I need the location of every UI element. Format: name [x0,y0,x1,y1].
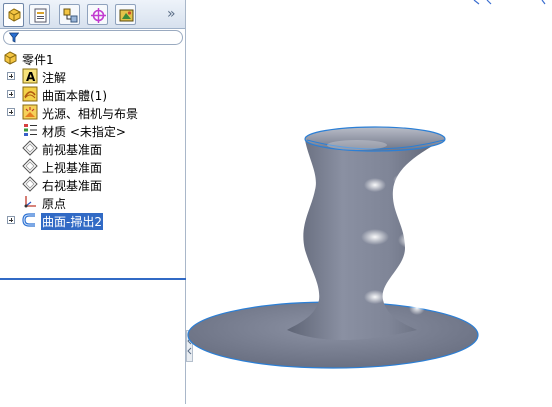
plane-icon [22,140,38,156]
feature-filter-input[interactable] [3,30,183,45]
tree-item-material[interactable]: 材质 <未指定> [0,121,186,139]
tree-item-front-plane[interactable]: 前视基准面 [0,139,186,157]
plane-icon [22,158,38,174]
display-manager-tab[interactable] [115,4,136,25]
tree-item-lights-cameras-scene[interactable]: 光源、相机与布景 [0,103,186,121]
tree-item-surface-bodies[interactable]: 曲面本體(1) [0,85,186,103]
origin-icon [24,196,36,208]
part-icon [4,51,17,65]
tree-item-label: 上视基准面 [42,161,103,175]
orientation-triad-fragment [473,0,546,5]
tree-item-label: 原点 [42,197,67,211]
tree-item-label: 注解 [42,71,67,85]
tree-item-annotations[interactable]: A 注解 [0,67,186,85]
feature-tree-icon [8,8,21,22]
tab-overflow-button[interactable]: » [167,6,176,22]
featuremanager-tab[interactable] [3,3,24,27]
graphics-area[interactable] [187,0,552,404]
vase-surface-model[interactable] [187,126,479,369]
dimxpert-tab[interactable] [87,4,108,25]
dimxpert-icon [91,8,106,23]
tree-item-label: 材质 <未指定> [42,125,126,139]
tree-root-part[interactable]: 零件1 [0,49,186,67]
tree-item-label: 曲面本體(1) [42,89,107,103]
tree-item-right-plane[interactable]: 右视基准面 [0,175,186,193]
tree-item-label: 前视基准面 [42,143,103,157]
lights-cameras-scene-icon [22,104,38,120]
configurationmanager-tab[interactable] [59,4,80,25]
tree-item-surface-sweep[interactable]: 曲面-掃出2 [0,211,186,230]
property-manager-icon [34,8,47,23]
tree-root-label: 零件1 [22,53,54,67]
tree-item-top-plane[interactable]: 上视基准面 [0,157,186,175]
model-viewport[interactable] [187,0,552,404]
expand-surface-sweep-toggle[interactable] [7,216,15,224]
plane-icon [22,176,38,192]
surface-sweep-icon [22,213,35,227]
filter-bar [0,28,185,48]
surface-bodies-icon [22,86,38,102]
tree-item-origin[interactable]: 原点 [0,193,186,211]
svg-text:A: A [26,70,36,84]
rollback-bar[interactable] [0,278,186,280]
expand-lights-toggle[interactable] [7,108,15,116]
configuration-manager-icon [63,8,78,23]
tree-item-label: 曲面-掃出2 [41,213,103,230]
propertymanager-tab[interactable] [29,4,50,25]
expand-annotations-toggle[interactable] [7,72,15,80]
material-icon [24,124,37,136]
manager-tab-bar: » [0,0,185,29]
display-manager-icon [119,9,134,22]
annotations-icon: A [22,68,38,84]
tree-item-label: 光源、相机与布景 [42,107,139,121]
filter-icon [9,32,19,43]
feature-manager-panel: » 零件1 A 注解 曲面本體(1) 光源、相机与布景 材质 <未指定> 前视基… [0,0,186,404]
expand-surface-bodies-toggle[interactable] [7,90,15,98]
tree-item-label: 右视基准面 [42,179,103,193]
